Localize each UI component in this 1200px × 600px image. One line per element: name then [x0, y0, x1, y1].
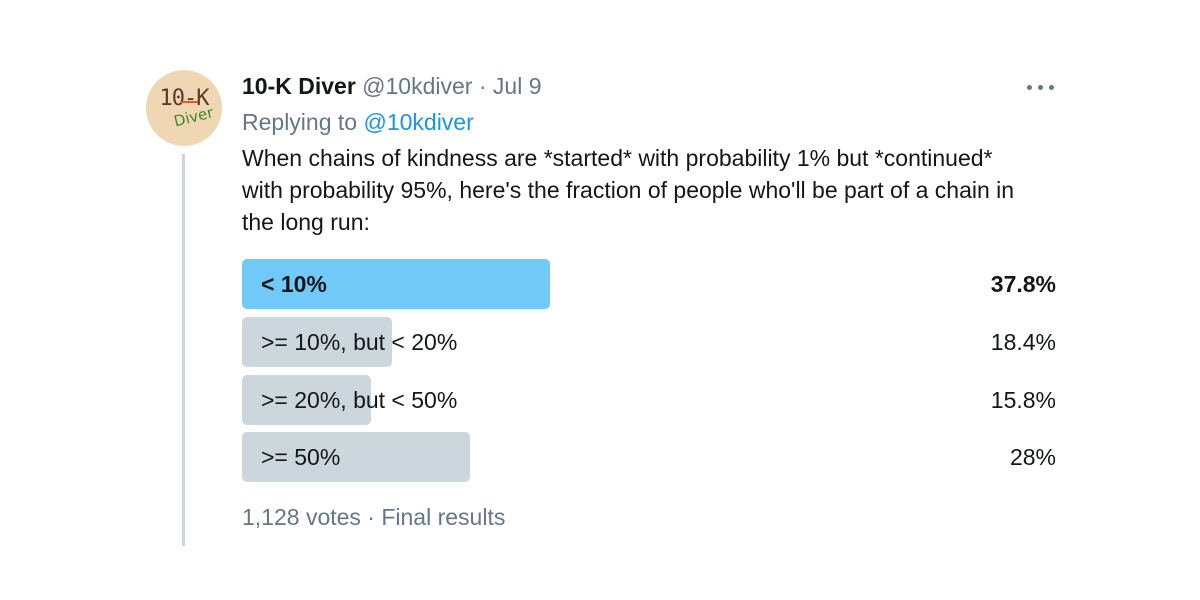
poll-option-winner: < 10% 37.8%: [242, 259, 1056, 309]
header-separator: ·: [478, 73, 487, 99]
poll-option-percent: 15.8%: [990, 387, 1056, 413]
poll-option-percent: 37.8%: [990, 271, 1056, 297]
thread-line: [182, 154, 185, 546]
poll-option-label: < 10%: [261, 271, 327, 297]
avatar-strike-mark: [180, 101, 198, 103]
poll-option-percent: 18.4%: [990, 329, 1056, 355]
poll-option-percent: 28%: [1009, 444, 1056, 470]
tweet-text: When chains of kindness are *started* wi…: [242, 142, 1072, 238]
tweet-date[interactable]: Jul 9: [493, 73, 542, 99]
poll-option: >= 10%, but < 20% 18.4%: [242, 317, 1056, 367]
poll-option: >= 50% 28%: [242, 432, 1056, 482]
tweet-text-line: When chains of kindness are *started* wi…: [242, 145, 993, 171]
poll-option: >= 20%, but < 50% 15.8%: [242, 375, 1056, 425]
poll-option-label: >= 20%, but < 50%: [261, 387, 458, 413]
replying-prefix: Replying to: [242, 109, 358, 135]
poll-option-label: >= 50%: [261, 444, 341, 470]
poll-option-label: >= 10%, but < 20%: [261, 329, 458, 355]
tweet-text-line: the long run:: [242, 209, 370, 235]
display-name[interactable]: 10-K Diver: [242, 73, 356, 99]
more-horizontal-icon[interactable]: [1027, 84, 1055, 92]
replying-handle-link[interactable]: @10kdiver: [363, 109, 473, 135]
poll-footer: 1,128 votes · Final results: [242, 504, 506, 530]
avatar[interactable]: 10-K Diver: [146, 70, 222, 146]
tweet: 10-K Diver 10-K Diver @10kdiver · Jul 9 …: [0, 0, 1200, 600]
replying-to: Replying to @10kdiver: [242, 106, 474, 138]
user-handle[interactable]: @10kdiver: [362, 73, 472, 99]
tweet-text-line: with probability 95%, here's the fractio…: [242, 177, 1015, 203]
tweet-header: 10-K Diver @10kdiver · Jul 9: [242, 70, 542, 102]
